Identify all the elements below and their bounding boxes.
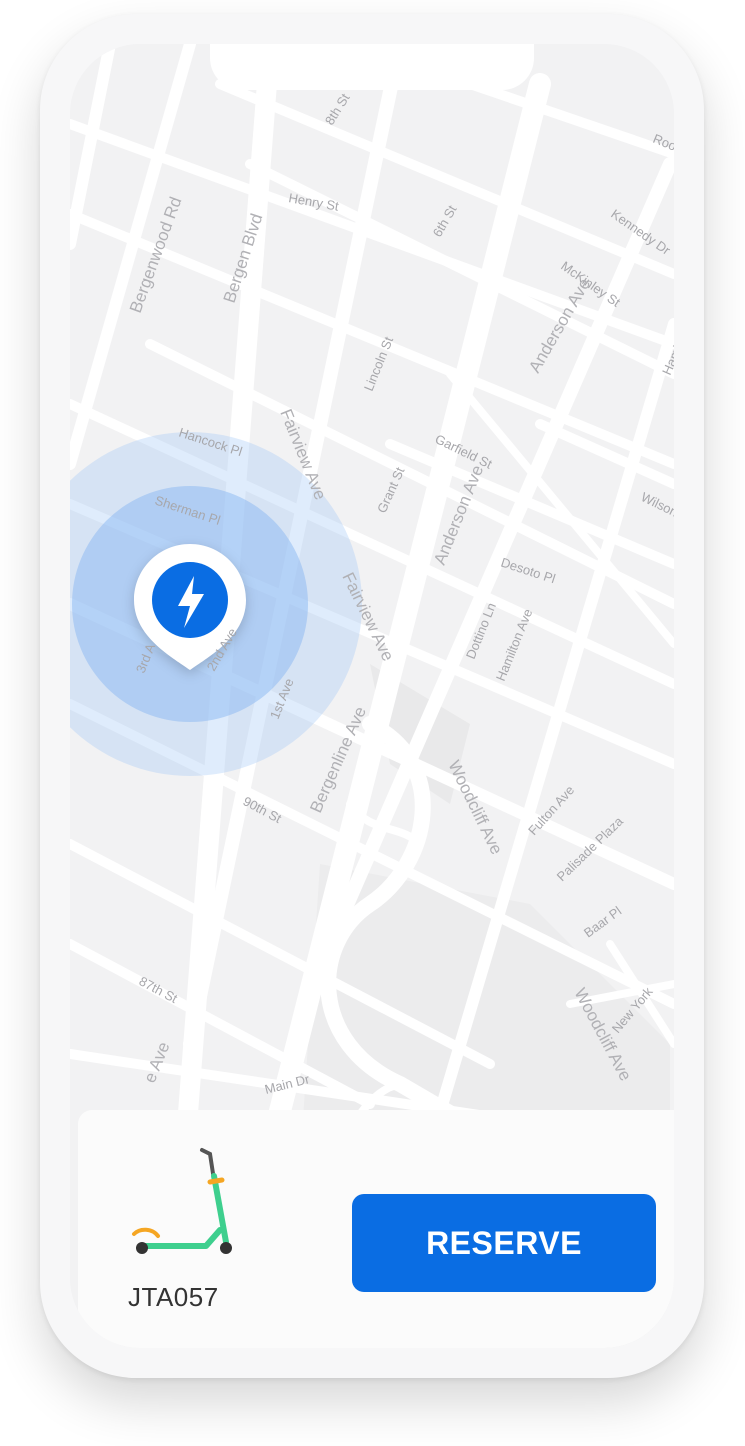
scooter-icon xyxy=(132,1148,232,1254)
vehicle-id: JTA057 xyxy=(128,1282,219,1312)
app-screen: 8th St Henry St Roosev Kennedy Dr 6th St McKi… xyxy=(70,44,674,1348)
vehicle-card: JTA057 RESERVE xyxy=(78,1110,674,1348)
notch xyxy=(210,44,534,90)
phone-frame: 8th St Henry St Roosev Kennedy Dr 6th St McKi… xyxy=(40,14,704,1378)
reserve-button[interactable]: RESERVE xyxy=(352,1194,656,1292)
